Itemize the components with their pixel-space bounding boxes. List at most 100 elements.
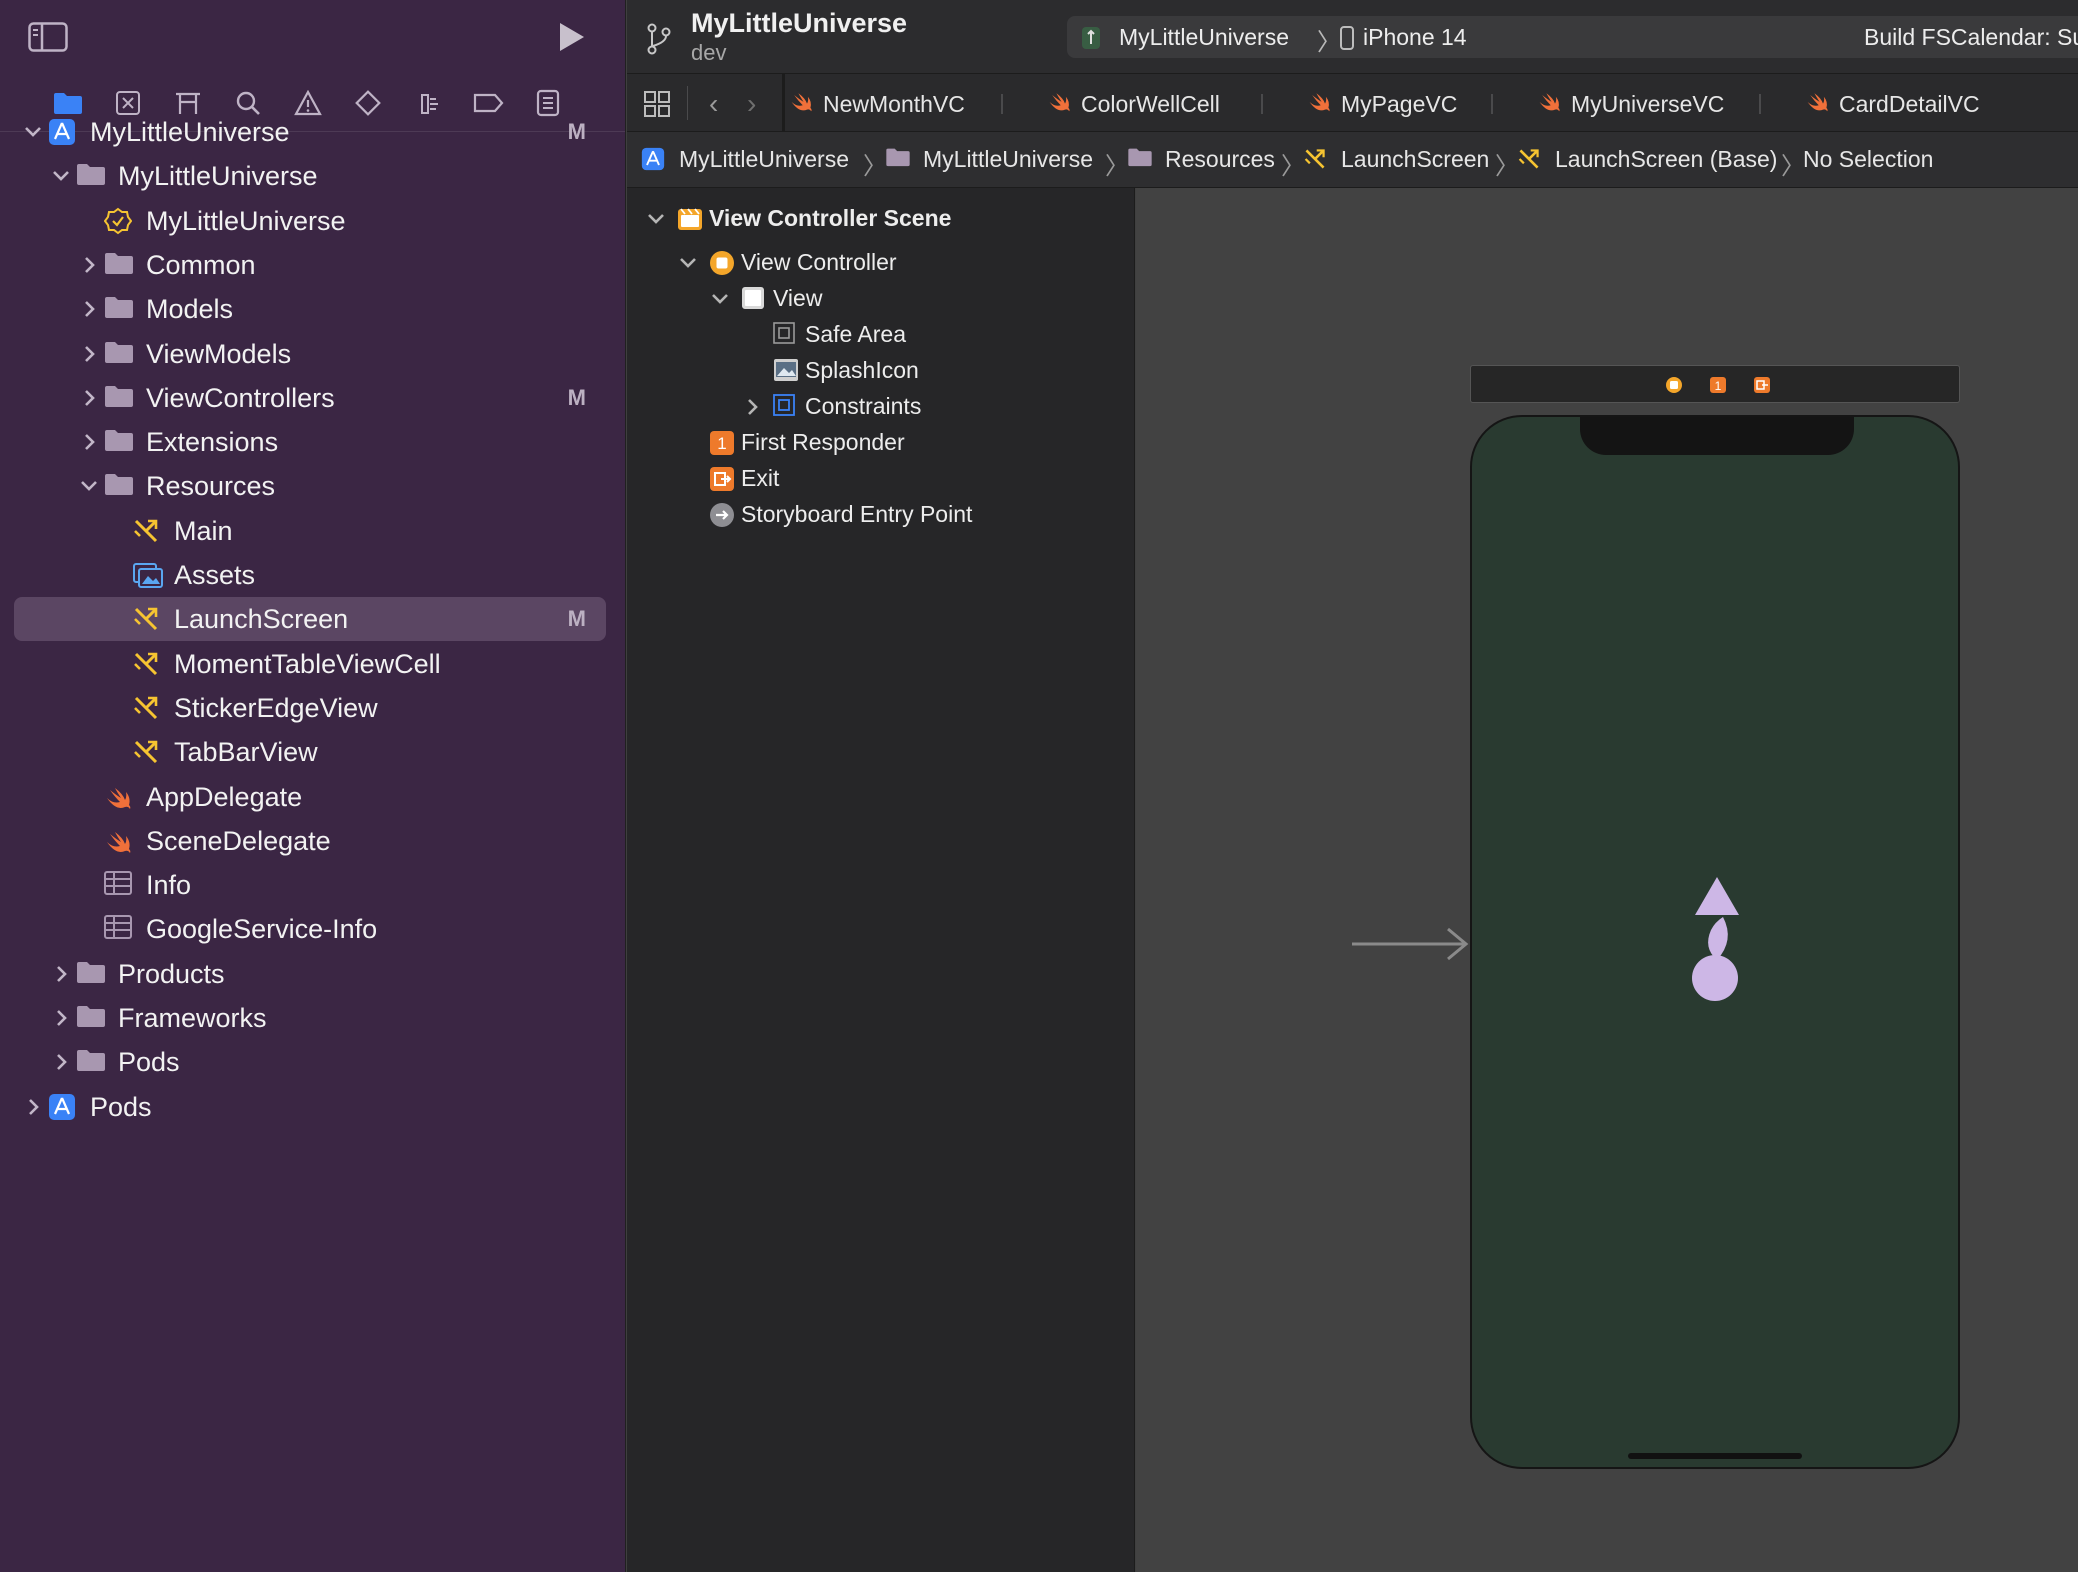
run-button-icon[interactable] <box>556 20 588 59</box>
editor-tab[interactable]: MyUniverseVC <box>1537 84 1724 124</box>
folder-icon <box>76 960 106 988</box>
file-tree-label: MyLittleUniverse <box>146 205 346 236</box>
chevron-right-icon[interactable] <box>50 1004 72 1032</box>
file-tree-row[interactable]: Pods <box>14 1040 606 1084</box>
forward-icon[interactable]: › <box>747 88 756 120</box>
swift-icon <box>789 89 823 119</box>
scheme-selector[interactable]: MyLittleUniverse 〉 iPhone 14 Build FSCal… <box>1067 16 2078 58</box>
entry-point-arrow-icon[interactable] <box>1352 924 1470 969</box>
build-status: Build FSCalendar: Su <box>1864 24 2078 50</box>
file-tree-label: StickerEdgeView <box>174 692 378 723</box>
swift-icon <box>104 827 134 855</box>
file-tree-label: Frameworks <box>118 1003 267 1033</box>
editor-tab[interactable]: NewMonthVC <box>789 84 965 124</box>
file-tree-row[interactable]: Models <box>14 287 606 331</box>
editor-tab[interactable]: MyPageVC <box>1307 84 1457 124</box>
file-tree-row[interactable]: AppDelegate <box>14 775 606 819</box>
file-tree-row[interactable]: Extensions <box>14 420 606 464</box>
folder-icon <box>76 1004 106 1032</box>
view-icon <box>741 286 765 315</box>
file-tree-label: MyLittleUniverse <box>118 161 318 192</box>
file-tree-row[interactable]: ViewModels <box>14 332 606 376</box>
chevron-down-icon[interactable] <box>50 162 72 190</box>
chevron-down-icon[interactable] <box>645 205 667 238</box>
outline-row[interactable]: Exit <box>627 462 1135 496</box>
outline-row[interactable]: Storyboard Entry Point <box>627 498 1135 532</box>
scheme-icon <box>1081 26 1101 55</box>
storyboard-icon <box>132 650 162 678</box>
exit-icon[interactable] <box>1753 376 1771 399</box>
file-tree-row[interactable]: TabBarView <box>14 730 606 774</box>
view-controller-icon <box>709 250 735 281</box>
file-tree-row[interactable]: MyLittleUniverse <box>14 154 606 198</box>
chevron-right-icon[interactable] <box>78 340 100 368</box>
scheme-target[interactable]: MyLittleUniverse <box>1119 24 1289 51</box>
iphone-frame[interactable] <box>1470 415 1960 1469</box>
file-tree-row[interactable]: Frameworks <box>14 996 606 1040</box>
outline-row[interactable]: Constraints <box>627 390 1135 424</box>
project-icon <box>641 147 665 176</box>
file-tree-row[interactable]: Resources <box>14 464 606 508</box>
file-tree-label: Pods <box>118 1047 180 1078</box>
chevron-right-icon: 〉 <box>863 153 887 180</box>
file-tree-row[interactable]: ViewControllers M <box>14 376 606 420</box>
file-tree-row[interactable]: MomentTableViewCell <box>14 642 606 686</box>
chevron-right-icon[interactable] <box>78 295 100 323</box>
chevron-down-icon[interactable] <box>22 118 44 146</box>
chevron-down-icon[interactable] <box>709 285 731 318</box>
outline-row[interactable]: 1 First Responder <box>627 426 1135 460</box>
chevron-right-icon: 〉 <box>1495 153 1519 180</box>
chevron-down-icon[interactable] <box>677 249 699 282</box>
outline-row[interactable]: View Controller <box>627 246 1135 280</box>
file-tree-row[interactable]: Info <box>14 863 606 907</box>
file-tree-label: Products <box>118 958 225 989</box>
file-tree-row[interactable]: Assets <box>14 553 606 597</box>
file-tree-row[interactable]: MyLittleUniverse <box>14 199 606 243</box>
outline-row[interactable]: SplashIcon <box>627 354 1135 388</box>
svg-text:1: 1 <box>1715 379 1722 393</box>
file-tree-row[interactable]: LaunchScreen M <box>14 597 606 642</box>
scene-dock[interactable]: 1 <box>1470 365 1960 403</box>
storyboard-icon <box>1517 147 1541 176</box>
chevron-right-icon[interactable] <box>22 1093 44 1121</box>
file-tree-row[interactable]: MyLittleUniverse M <box>14 110 606 154</box>
file-tree-label: MomentTableViewCell <box>174 648 441 679</box>
status-badge: M <box>567 384 586 410</box>
chevron-right-icon[interactable] <box>78 384 100 412</box>
interface-builder-canvas[interactable]: 1 <box>1136 188 2078 1572</box>
scheme-device[interactable]: iPhone 14 <box>1363 24 1467 51</box>
status-badge: M <box>567 119 586 144</box>
chevron-right-icon[interactable] <box>50 1048 72 1076</box>
outline-row[interactable]: View Controller Scene <box>627 202 1135 236</box>
chevron-right-icon[interactable] <box>78 251 100 279</box>
sidebar-toggle-icon[interactable] <box>28 22 68 57</box>
back-icon[interactable]: ‹ <box>709 88 718 120</box>
file-tree-label: Pods <box>90 1091 152 1122</box>
folder-icon <box>1127 147 1153 172</box>
file-tree-row[interactable]: GoogleService-Info <box>14 907 606 951</box>
chevron-right-icon[interactable] <box>741 393 763 426</box>
project-title: MyLittleUniverse <box>691 8 908 38</box>
editor-tab-label: CardDetailVC <box>1839 90 1980 117</box>
first-responder-icon[interactable]: 1 <box>1709 376 1727 399</box>
storyboard-icon <box>132 517 162 545</box>
file-tree-row[interactable]: Main <box>14 509 606 553</box>
outline-row[interactable]: View <box>627 282 1135 316</box>
grid-icon[interactable] <box>643 90 671 123</box>
chevron-down-icon[interactable] <box>78 472 100 500</box>
file-tree-row[interactable]: Products <box>14 952 606 996</box>
editor-tab[interactable]: CardDetailVC <box>1805 84 1980 124</box>
view-controller-icon[interactable] <box>1665 376 1683 399</box>
folder-icon <box>104 340 134 368</box>
file-tree-row[interactable]: StickerEdgeView <box>14 686 606 730</box>
editor-tab[interactable]: ColorWellCell <box>1047 84 1220 124</box>
folder-icon <box>104 251 134 279</box>
file-tree-row[interactable]: SceneDelegate <box>14 819 606 863</box>
file-tree-row[interactable]: Common <box>14 243 606 287</box>
safe-area-icon <box>773 322 795 349</box>
outline-row[interactable]: Safe Area <box>627 318 1135 352</box>
chevron-right-icon[interactable] <box>50 960 72 988</box>
file-tree-row[interactable]: Pods <box>14 1085 606 1129</box>
file-tree-label: Common <box>146 249 256 280</box>
chevron-right-icon[interactable] <box>78 428 100 456</box>
